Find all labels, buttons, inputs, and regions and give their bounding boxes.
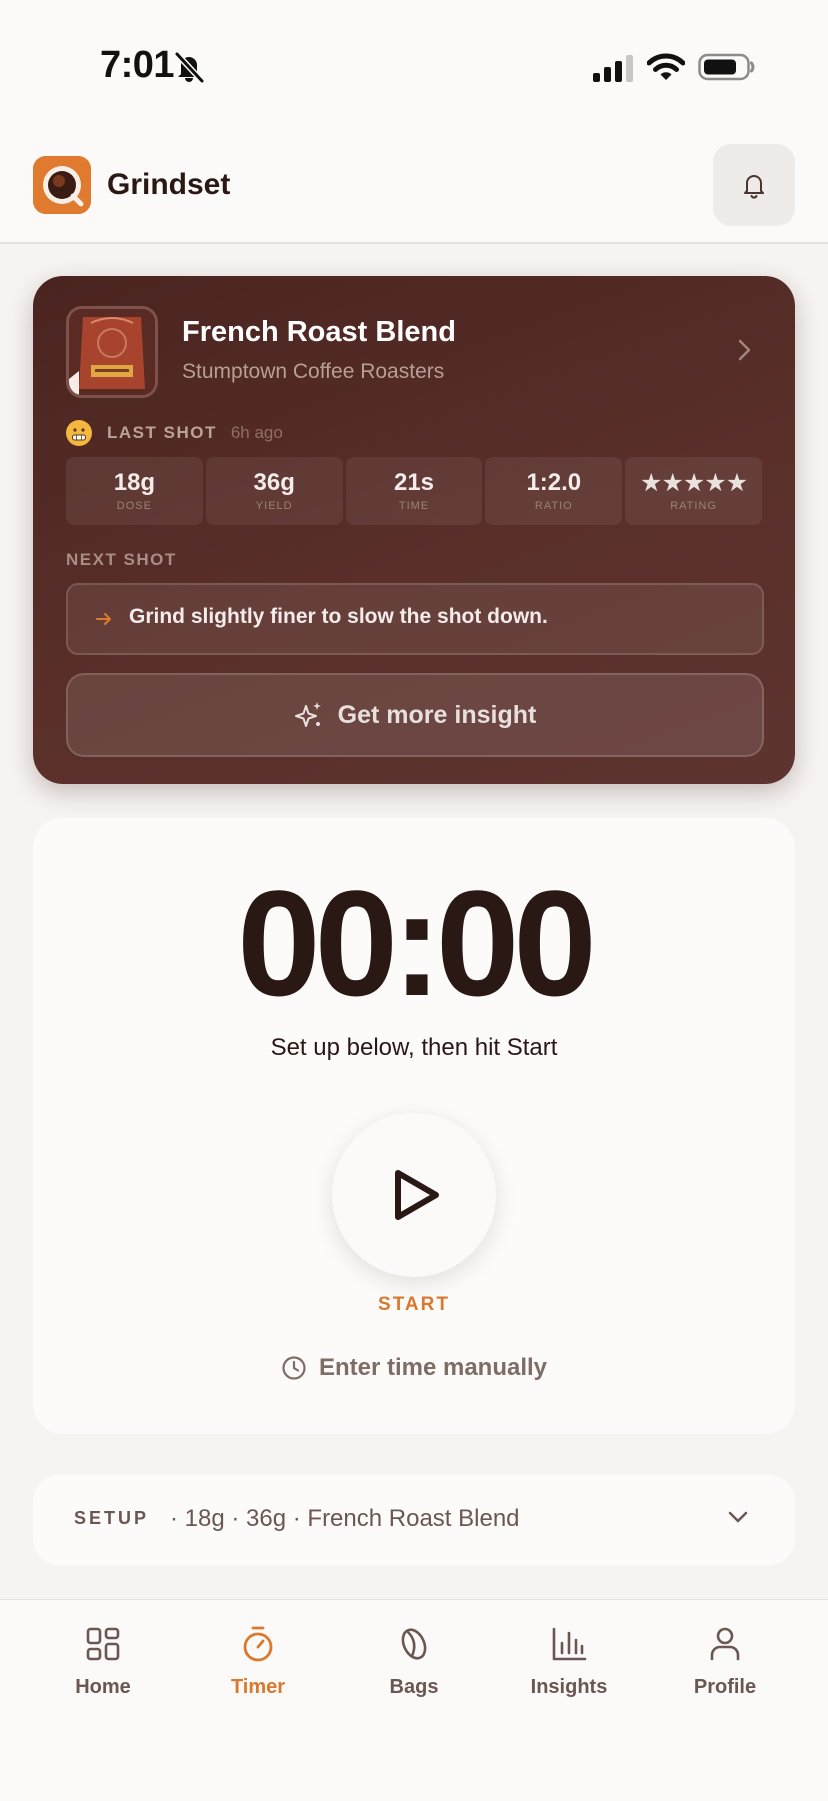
- setup-summary: · 18g · 36g · French Roast Blend: [170, 1505, 520, 1532]
- last-shot-stats: 18g DOSE 36g YIELD 21s TIME 1:2.0 RATIO …: [66, 457, 762, 525]
- stat-label: TIME: [398, 500, 430, 512]
- tab-label: Bags: [389, 1676, 439, 1698]
- bell-muted-icon: [174, 51, 205, 84]
- tab-label: Profile: [693, 1676, 757, 1698]
- cellular-signal-icon: [593, 55, 633, 82]
- tab-timer[interactable]: Timer: [188, 1624, 328, 1714]
- shot-timer-card: 00:00 Set up below, then hit Start START…: [33, 818, 795, 1434]
- enter-time-manually-label: Enter time manually: [318, 1354, 548, 1381]
- get-more-insight-label: Get more insight: [337, 700, 537, 729]
- stat-ratio: 1:2.0 RATIO: [485, 457, 623, 525]
- coffee-bag-image: [66, 306, 158, 398]
- user-icon: [710, 1627, 740, 1661]
- bell-icon: [744, 175, 764, 199]
- stat-value: 36g: [253, 469, 295, 496]
- stat-label: RATING: [670, 500, 717, 512]
- clock-icon: [282, 1356, 306, 1380]
- next-shot-tip-text: Grind slightly finer to slow the shot do…: [129, 605, 548, 628]
- last-shot-time-ago: 6h ago: [230, 423, 283, 442]
- app-header: Grindset: [0, 130, 828, 244]
- status-time: 7:01: [100, 44, 175, 86]
- battery-icon: [698, 53, 755, 81]
- bean-name: French Roast Blend: [182, 316, 456, 348]
- notifications-button[interactable]: [713, 144, 795, 226]
- last-shot-label: LAST SHOT: [107, 423, 217, 442]
- stat-rating: ★★★★★ RATING: [625, 457, 762, 525]
- chevron-down-icon: [728, 1511, 748, 1523]
- tab-label: Home: [75, 1676, 131, 1698]
- setup-label: SETUP: [74, 1508, 150, 1528]
- stat-label: RATIO: [534, 500, 573, 512]
- stat-value: 21s: [393, 469, 435, 496]
- star-rating: ★★★★★: [640, 469, 748, 497]
- stat-value: 18g: [113, 469, 156, 496]
- tab-home[interactable]: Home: [33, 1624, 173, 1714]
- stat-dose: 18g DOSE: [66, 457, 203, 525]
- grid-icon: [86, 1627, 120, 1661]
- last-shot-header: LAST SHOT 6h ago: [66, 419, 283, 447]
- tab-label: Timer: [230, 1676, 286, 1698]
- tab-bags[interactable]: Bags: [344, 1624, 484, 1714]
- chevron-right-icon: [738, 339, 751, 361]
- tab-label: Insights: [530, 1676, 608, 1698]
- stat-label: YIELD: [255, 500, 293, 512]
- next-shot-tip: Grind slightly finer to slow the shot do…: [66, 583, 764, 655]
- bar-chart-icon: [552, 1627, 587, 1661]
- coffee-bean-icon: [401, 1628, 427, 1660]
- arrow-right-icon: [96, 613, 111, 625]
- stat-time: 21s TIME: [345, 457, 483, 525]
- status-bar: 7:01: [0, 0, 828, 130]
- start-timer-button[interactable]: [332, 1113, 496, 1277]
- tab-profile[interactable]: Profile: [655, 1624, 795, 1714]
- current-coffee-card[interactable]: French Roast Blend Stumptown Coffee Roas…: [33, 276, 795, 784]
- start-label[interactable]: START: [33, 1294, 795, 1316]
- app-title: Grindset: [107, 168, 231, 201]
- sparkles-icon: [294, 702, 321, 727]
- wifi-icon: [647, 53, 685, 80]
- timer-hint: Set up below, then hit Start: [270, 1034, 558, 1061]
- tab-insights[interactable]: Insights: [499, 1624, 639, 1714]
- enter-time-manually-button[interactable]: Enter time manually: [33, 1350, 795, 1386]
- stat-label: DOSE: [116, 500, 152, 512]
- stat-yield: 36g YIELD: [205, 457, 343, 525]
- next-shot-label: NEXT SHOT: [66, 550, 177, 569]
- stopwatch-icon: [243, 1626, 273, 1662]
- play-icon: [395, 1170, 439, 1220]
- app-logo: [33, 156, 91, 214]
- setup-summary-toggle[interactable]: SETUP · 18g · 36g · French Roast Blend: [33, 1475, 795, 1565]
- grimace-emoji-icon: [66, 420, 92, 446]
- stat-value: 1:2.0: [526, 469, 582, 496]
- bottom-tab-bar: Home Timer Bags Insights Profile: [0, 1599, 828, 1801]
- get-more-insight-button[interactable]: Get more insight: [66, 673, 764, 757]
- timer-display: 00:00: [237, 859, 597, 1027]
- roaster-name: Stumptown Coffee Roasters: [182, 360, 445, 383]
